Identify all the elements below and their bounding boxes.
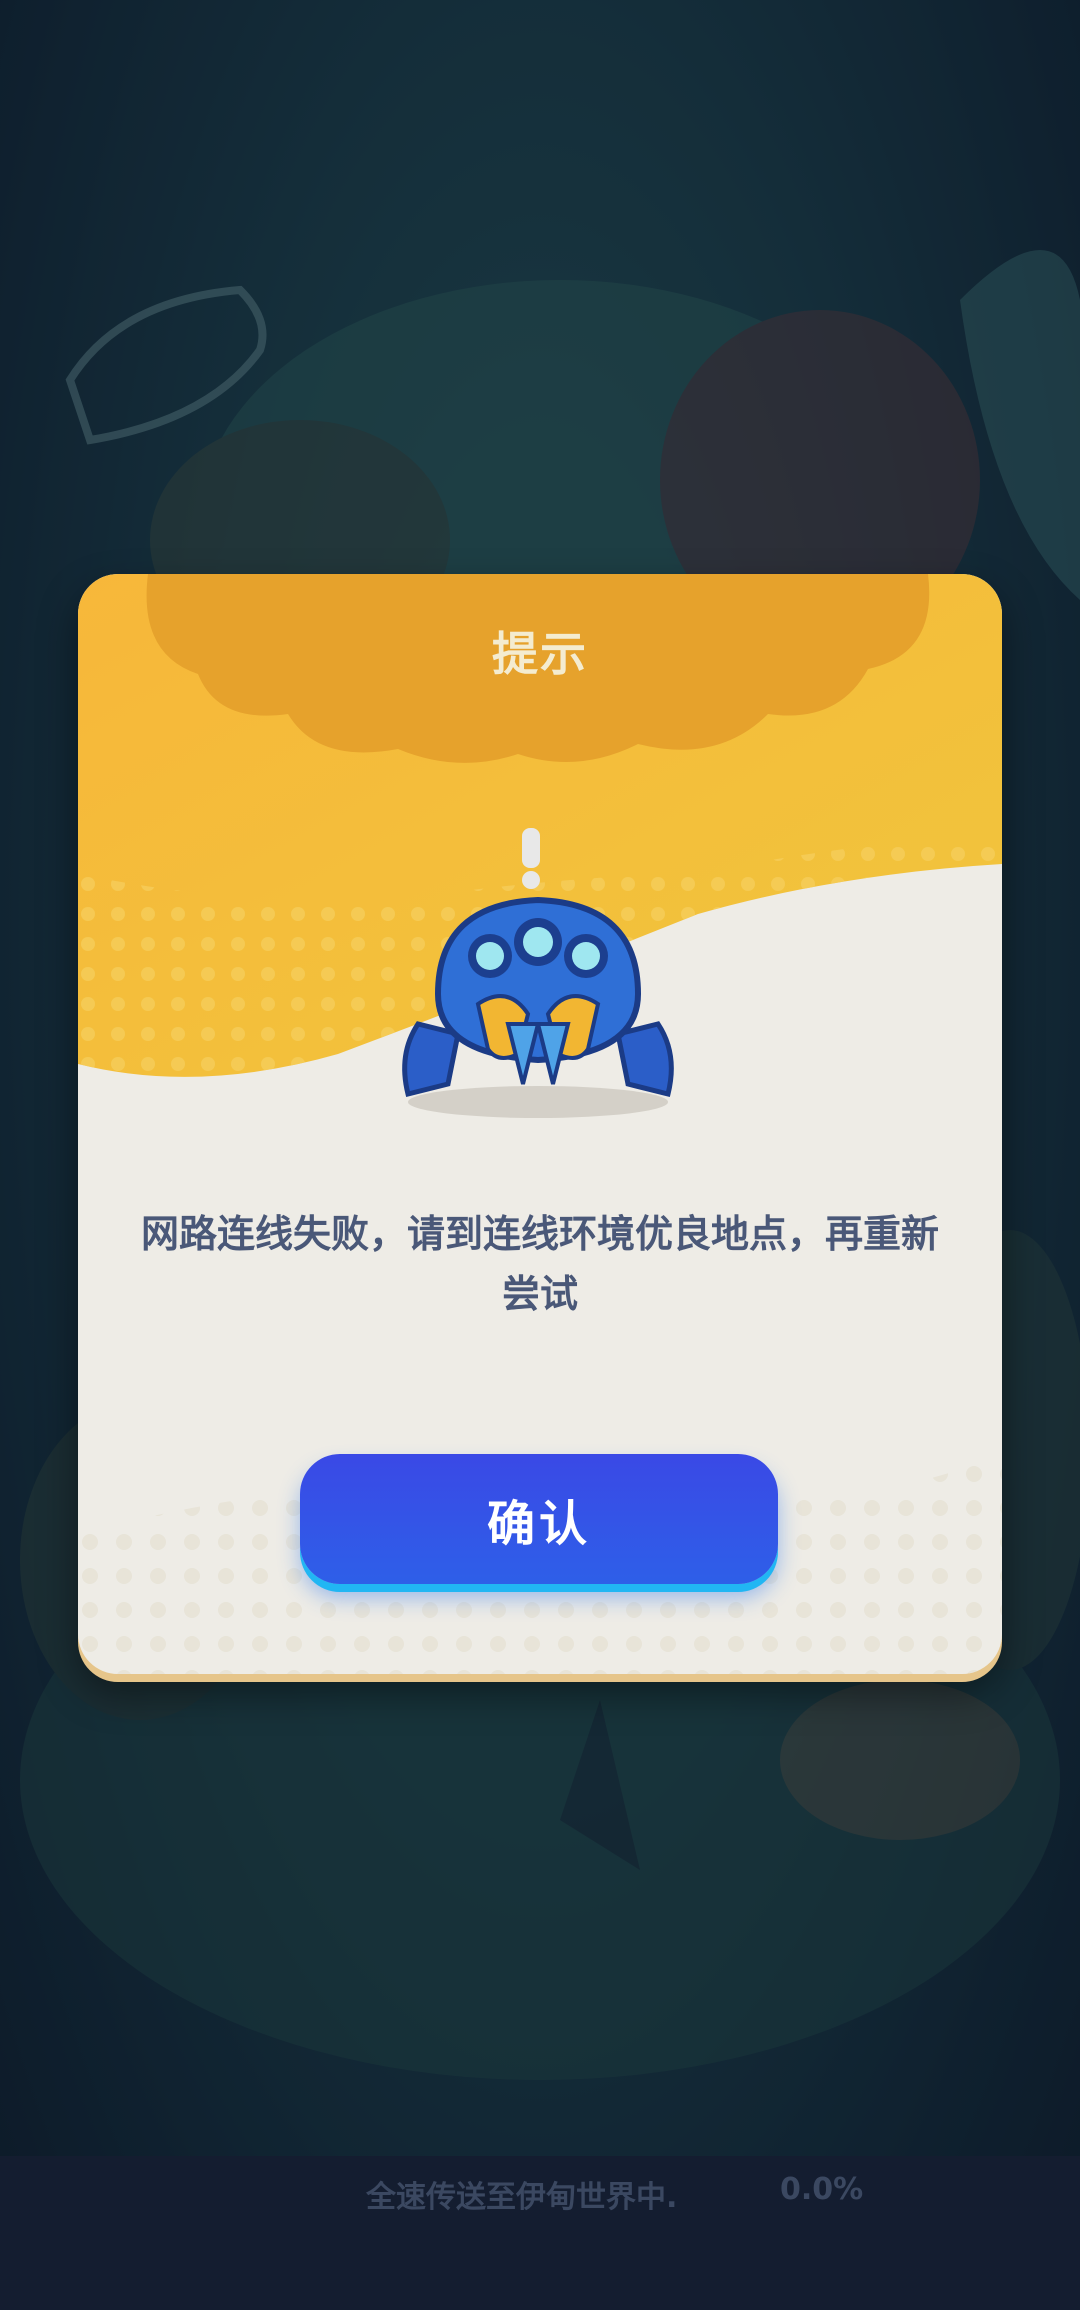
exclamation-icon [522, 828, 540, 889]
game-loading-screen: 提示 网路连线失败，请到连线环境优良地点，再重新尝试 确认 全速传送至伊甸世界中… [0, 0, 1080, 2310]
confirm-button[interactable]: 确认 [300, 1454, 778, 1584]
error-message: 网路连线失败，请到连线环境优良地点，再重新尝试 [140, 1212, 939, 1316]
dialog-title: 提示 [492, 627, 588, 681]
spider-robot-icon [402, 828, 674, 1118]
loading-status-text: 全速传送至伊甸世界中. [366, 2180, 678, 2215]
loading-progress-text: 0.0% [780, 2172, 864, 2207]
alert-dialog: 提示 网路连线失败，请到连线环境优良地点，再重新尝试 确认 [78, 574, 1002, 1674]
confirm-button-label: 确认 [486, 1496, 591, 1552]
